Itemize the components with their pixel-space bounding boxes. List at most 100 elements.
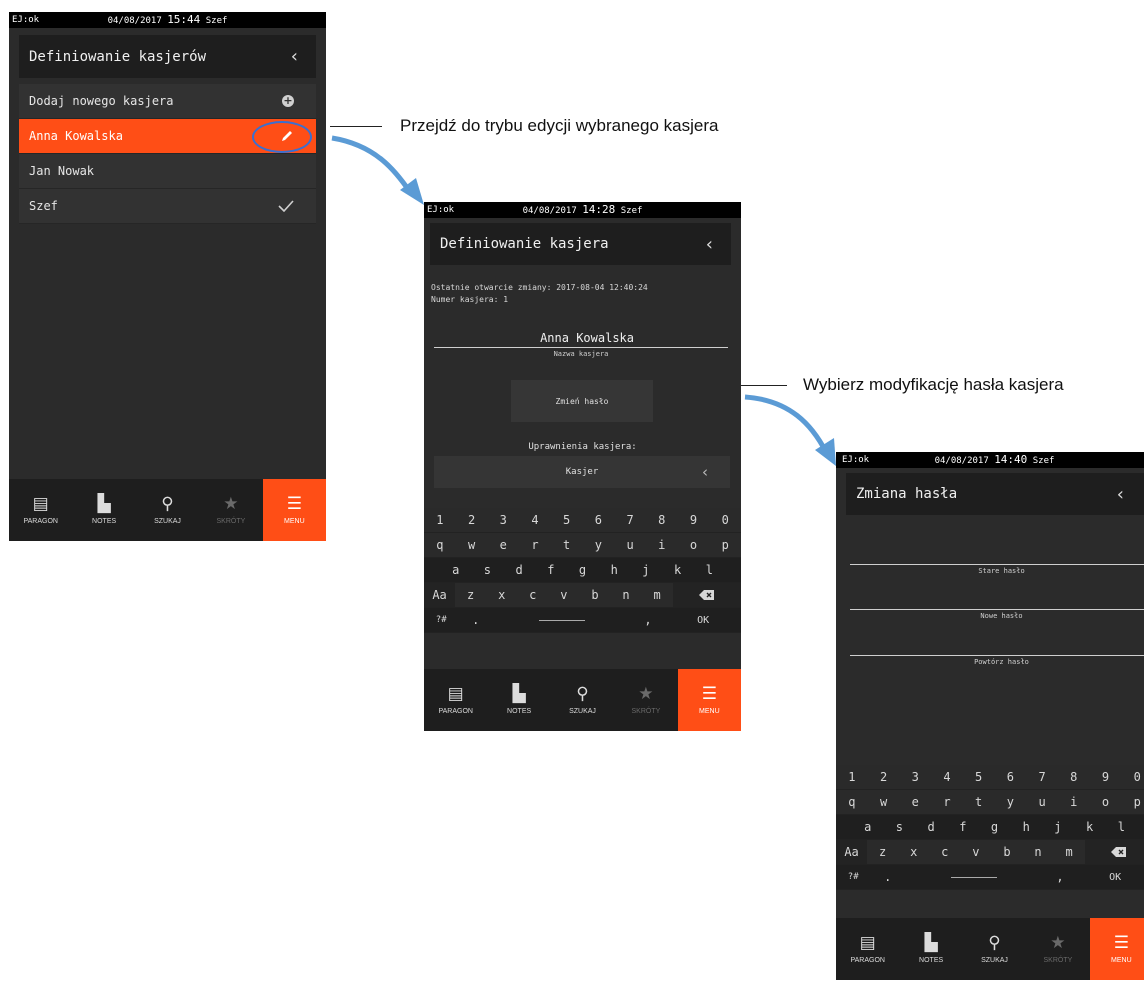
key-w[interactable]: w (868, 790, 900, 814)
repeat-password-field[interactable] (850, 655, 1144, 656)
nav-szukaj[interactable]: ⚲ SZUKAJ (551, 669, 614, 731)
key-y[interactable]: y (583, 533, 615, 557)
key-a[interactable]: a (440, 558, 472, 582)
key-b[interactable]: b (579, 583, 610, 607)
back-chevron-icon[interactable]: ‹ (291, 35, 298, 78)
key-e[interactable]: e (487, 533, 519, 557)
key-g[interactable]: g (567, 558, 599, 582)
back-chevron-icon[interactable]: ‹ (706, 223, 713, 265)
list-item-szef[interactable]: Szef (19, 189, 316, 224)
key-5[interactable]: 5 (963, 765, 995, 789)
key-9[interactable]: 9 (1090, 765, 1122, 789)
backspace-icon[interactable] (672, 583, 741, 607)
key-h[interactable]: h (598, 558, 630, 582)
key-k[interactable]: k (1074, 815, 1106, 839)
key-v[interactable]: v (960, 840, 991, 864)
back-chevron-icon[interactable]: ‹ (1117, 473, 1124, 515)
key-period[interactable]: . (458, 608, 492, 632)
key-h[interactable]: h (1010, 815, 1042, 839)
key-x[interactable]: x (898, 840, 929, 864)
key-s[interactable]: s (472, 558, 504, 582)
key-t[interactable]: t (963, 790, 995, 814)
nav-paragon[interactable]: ▤ PARAGON (836, 918, 899, 980)
space-key[interactable] (905, 865, 1043, 889)
key-2[interactable]: 2 (456, 508, 488, 532)
key-f[interactable]: f (947, 815, 979, 839)
key-1[interactable]: 1 (836, 765, 868, 789)
shift-key[interactable]: Aa (424, 583, 456, 607)
key-u[interactable]: u (614, 533, 646, 557)
nav-menu[interactable]: ☰ MENU (1089, 918, 1144, 980)
key-c[interactable]: c (517, 583, 548, 607)
key-o[interactable]: o (678, 533, 710, 557)
list-item-anna-kowalska[interactable]: Anna Kowalska (19, 119, 316, 154)
ok-key[interactable]: OK (1077, 865, 1144, 889)
key-9[interactable]: 9 (678, 508, 710, 532)
key-3[interactable]: 3 (899, 765, 931, 789)
key-a[interactable]: a (852, 815, 884, 839)
nav-skroty[interactable]: ★ SKRÓTY (199, 479, 262, 541)
key-r[interactable]: r (519, 533, 551, 557)
key-n[interactable]: n (610, 583, 641, 607)
key-c[interactable]: c (929, 840, 960, 864)
key-8[interactable]: 8 (646, 508, 678, 532)
key-g[interactable]: g (979, 815, 1011, 839)
key-s[interactable]: s (884, 815, 916, 839)
shift-key[interactable]: Aa (836, 840, 868, 864)
cashier-name-field[interactable]: Anna Kowalska (434, 331, 728, 348)
key-comma[interactable]: , (1043, 865, 1077, 889)
key-i[interactable]: i (646, 533, 678, 557)
nav-skroty[interactable]: ★ SKRÓTY (614, 669, 677, 731)
key-j[interactable]: j (630, 558, 662, 582)
symbols-key[interactable]: ?# (424, 608, 458, 632)
key-r[interactable]: r (931, 790, 963, 814)
key-7[interactable]: 7 (614, 508, 646, 532)
key-0[interactable]: 0 (709, 508, 741, 532)
key-j[interactable]: j (1042, 815, 1074, 839)
nav-notes[interactable]: ▙ NOTES (72, 479, 135, 541)
key-comma[interactable]: , (631, 608, 665, 632)
key-t[interactable]: t (551, 533, 583, 557)
new-password-field[interactable] (850, 609, 1144, 610)
key-m[interactable]: m (642, 583, 673, 607)
key-5[interactable]: 5 (551, 508, 583, 532)
key-period[interactable]: . (870, 865, 904, 889)
nav-paragon[interactable]: ▤ PARAGON (424, 669, 487, 731)
key-u[interactable]: u (1026, 790, 1058, 814)
key-2[interactable]: 2 (868, 765, 900, 789)
key-7[interactable]: 7 (1026, 765, 1058, 789)
backspace-icon[interactable] (1084, 840, 1144, 864)
nav-szukaj[interactable]: ⚲ SZUKAJ (136, 479, 199, 541)
key-o[interactable]: o (1090, 790, 1122, 814)
key-f[interactable]: f (535, 558, 567, 582)
permissions-select[interactable]: Kasjer ‹ (434, 456, 730, 488)
key-6[interactable]: 6 (995, 765, 1027, 789)
key-4[interactable]: 4 (931, 765, 963, 789)
key-i[interactable]: i (1058, 790, 1090, 814)
change-password-button[interactable]: Zmień hasło (511, 380, 653, 422)
old-password-field[interactable] (850, 564, 1144, 565)
key-p[interactable]: p (1121, 790, 1144, 814)
key-q[interactable]: q (424, 533, 456, 557)
key-6[interactable]: 6 (583, 508, 615, 532)
list-item-jan-nowak[interactable]: Jan Nowak (19, 154, 316, 189)
key-m[interactable]: m (1054, 840, 1085, 864)
list-item-add-cashier[interactable]: Dodaj nowego kasjera + (19, 84, 316, 119)
nav-szukaj[interactable]: ⚲ SZUKAJ (963, 918, 1026, 980)
key-d[interactable]: d (915, 815, 947, 839)
nav-skroty[interactable]: ★ SKRÓTY (1026, 918, 1089, 980)
space-key[interactable] (493, 608, 631, 632)
key-b[interactable]: b (991, 840, 1022, 864)
key-p[interactable]: p (709, 533, 741, 557)
key-k[interactable]: k (662, 558, 694, 582)
key-1[interactable]: 1 (424, 508, 456, 532)
key-3[interactable]: 3 (487, 508, 519, 532)
nav-menu[interactable]: ☰ MENU (262, 479, 326, 541)
nav-notes[interactable]: ▙ NOTES (487, 669, 550, 731)
ok-key[interactable]: OK (665, 608, 741, 632)
key-y[interactable]: y (995, 790, 1027, 814)
key-n[interactable]: n (1022, 840, 1053, 864)
key-v[interactable]: v (548, 583, 579, 607)
key-z[interactable]: z (867, 840, 898, 864)
key-d[interactable]: d (503, 558, 535, 582)
